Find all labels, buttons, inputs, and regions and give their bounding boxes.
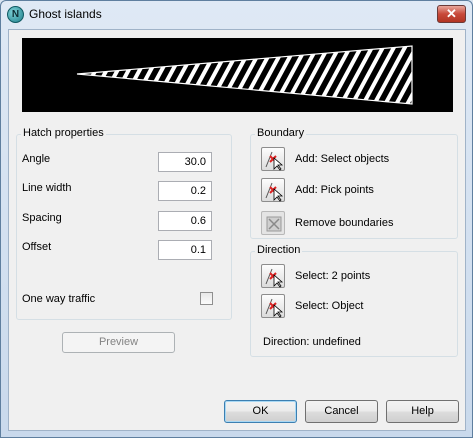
hatch-line — [247, 46, 291, 104]
hatch-line — [269, 46, 313, 104]
line-width-label: Line width — [22, 182, 72, 194]
direction-status: Direction: undefined — [263, 336, 361, 348]
hatch-line — [313, 46, 357, 104]
spacing-input[interactable]: 0.6 — [158, 211, 212, 231]
select-two-points-icon[interactable] — [261, 264, 285, 288]
hatch-line — [236, 46, 280, 104]
dialog-body: Hatch properties Angle 30.0 Line width 0… — [8, 29, 466, 431]
preview-button[interactable]: Preview — [62, 332, 175, 353]
remove-boundaries-label[interactable]: Remove boundaries — [295, 217, 393, 229]
hatch-line — [159, 46, 203, 104]
dialog-window: N Ghost islands ✕ Hatch properties Angle — [0, 0, 473, 438]
hatch-preview — [22, 38, 453, 112]
hatch-properties-group: Hatch properties Angle 30.0 Line width 0… — [16, 127, 232, 320]
offset-label: Offset — [22, 241, 52, 253]
hatch-line — [148, 46, 192, 104]
select-objects-icon[interactable] — [261, 147, 285, 171]
hatch-line — [258, 46, 302, 104]
hatch-line — [324, 46, 368, 104]
remove-boundaries-icon[interactable] — [261, 211, 285, 235]
hatch-line — [414, 38, 453, 112]
window-title: Ghost islands — [29, 7, 102, 21]
hatch-line — [104, 46, 148, 104]
hatch-line — [214, 46, 258, 104]
hatch-line — [379, 46, 412, 104]
hatch-line — [170, 46, 214, 104]
select-two-points-label[interactable]: Select: 2 points — [295, 270, 370, 282]
hatch-line — [192, 46, 236, 104]
hatch-line — [447, 38, 453, 112]
add-pick-points-label[interactable]: Add: Pick points — [295, 184, 374, 196]
select-object-label[interactable]: Select: Object — [295, 300, 363, 312]
select-object-icon[interactable] — [261, 294, 285, 318]
spacing-label: Spacing — [22, 212, 62, 224]
ok-button[interactable]: OK — [224, 400, 297, 423]
hatch-line — [280, 46, 324, 104]
add-select-objects-label[interactable]: Add: Select objects — [295, 153, 389, 165]
hatch-line — [302, 46, 346, 104]
cancel-button[interactable]: Cancel — [305, 400, 378, 423]
line-width-input[interactable]: 0.2 — [158, 181, 212, 201]
pick-points-icon[interactable] — [261, 178, 285, 202]
hatch-preview-canvas — [76, 38, 453, 112]
angle-input[interactable]: 30.0 — [158, 152, 212, 172]
hatch-line — [425, 38, 453, 112]
hatch-line — [93, 46, 137, 104]
hatch-line — [291, 46, 335, 104]
title-bar[interactable]: N Ghost islands ✕ — [1, 1, 472, 29]
hatch-line — [181, 46, 225, 104]
hatch-line — [115, 46, 159, 104]
offset-input[interactable]: 0.1 — [158, 240, 212, 260]
one-way-traffic-checkbox[interactable] — [200, 292, 213, 305]
direction-title: Direction — [255, 244, 303, 256]
hatch-lines — [77, 38, 453, 112]
one-way-traffic-label: One way traffic — [22, 293, 96, 305]
angle-label: Angle — [22, 153, 51, 165]
direction-group: Direction Select: 2 points Select: Objec… — [250, 244, 458, 357]
hatch-line — [126, 46, 170, 104]
hatch-line — [401, 46, 412, 104]
hatch-line — [137, 46, 181, 104]
app-icon: N — [7, 6, 24, 23]
close-button[interactable]: ✕ — [437, 5, 466, 23]
help-button[interactable]: Help — [386, 400, 459, 423]
hatch-line — [203, 46, 247, 104]
boundary-group: Boundary Add: Select objects Add: Pick p… — [250, 127, 458, 239]
hatch-line — [436, 38, 453, 112]
hatch-line — [225, 46, 269, 104]
hatch-properties-title: Hatch properties — [21, 127, 106, 139]
boundary-title: Boundary — [255, 127, 307, 139]
